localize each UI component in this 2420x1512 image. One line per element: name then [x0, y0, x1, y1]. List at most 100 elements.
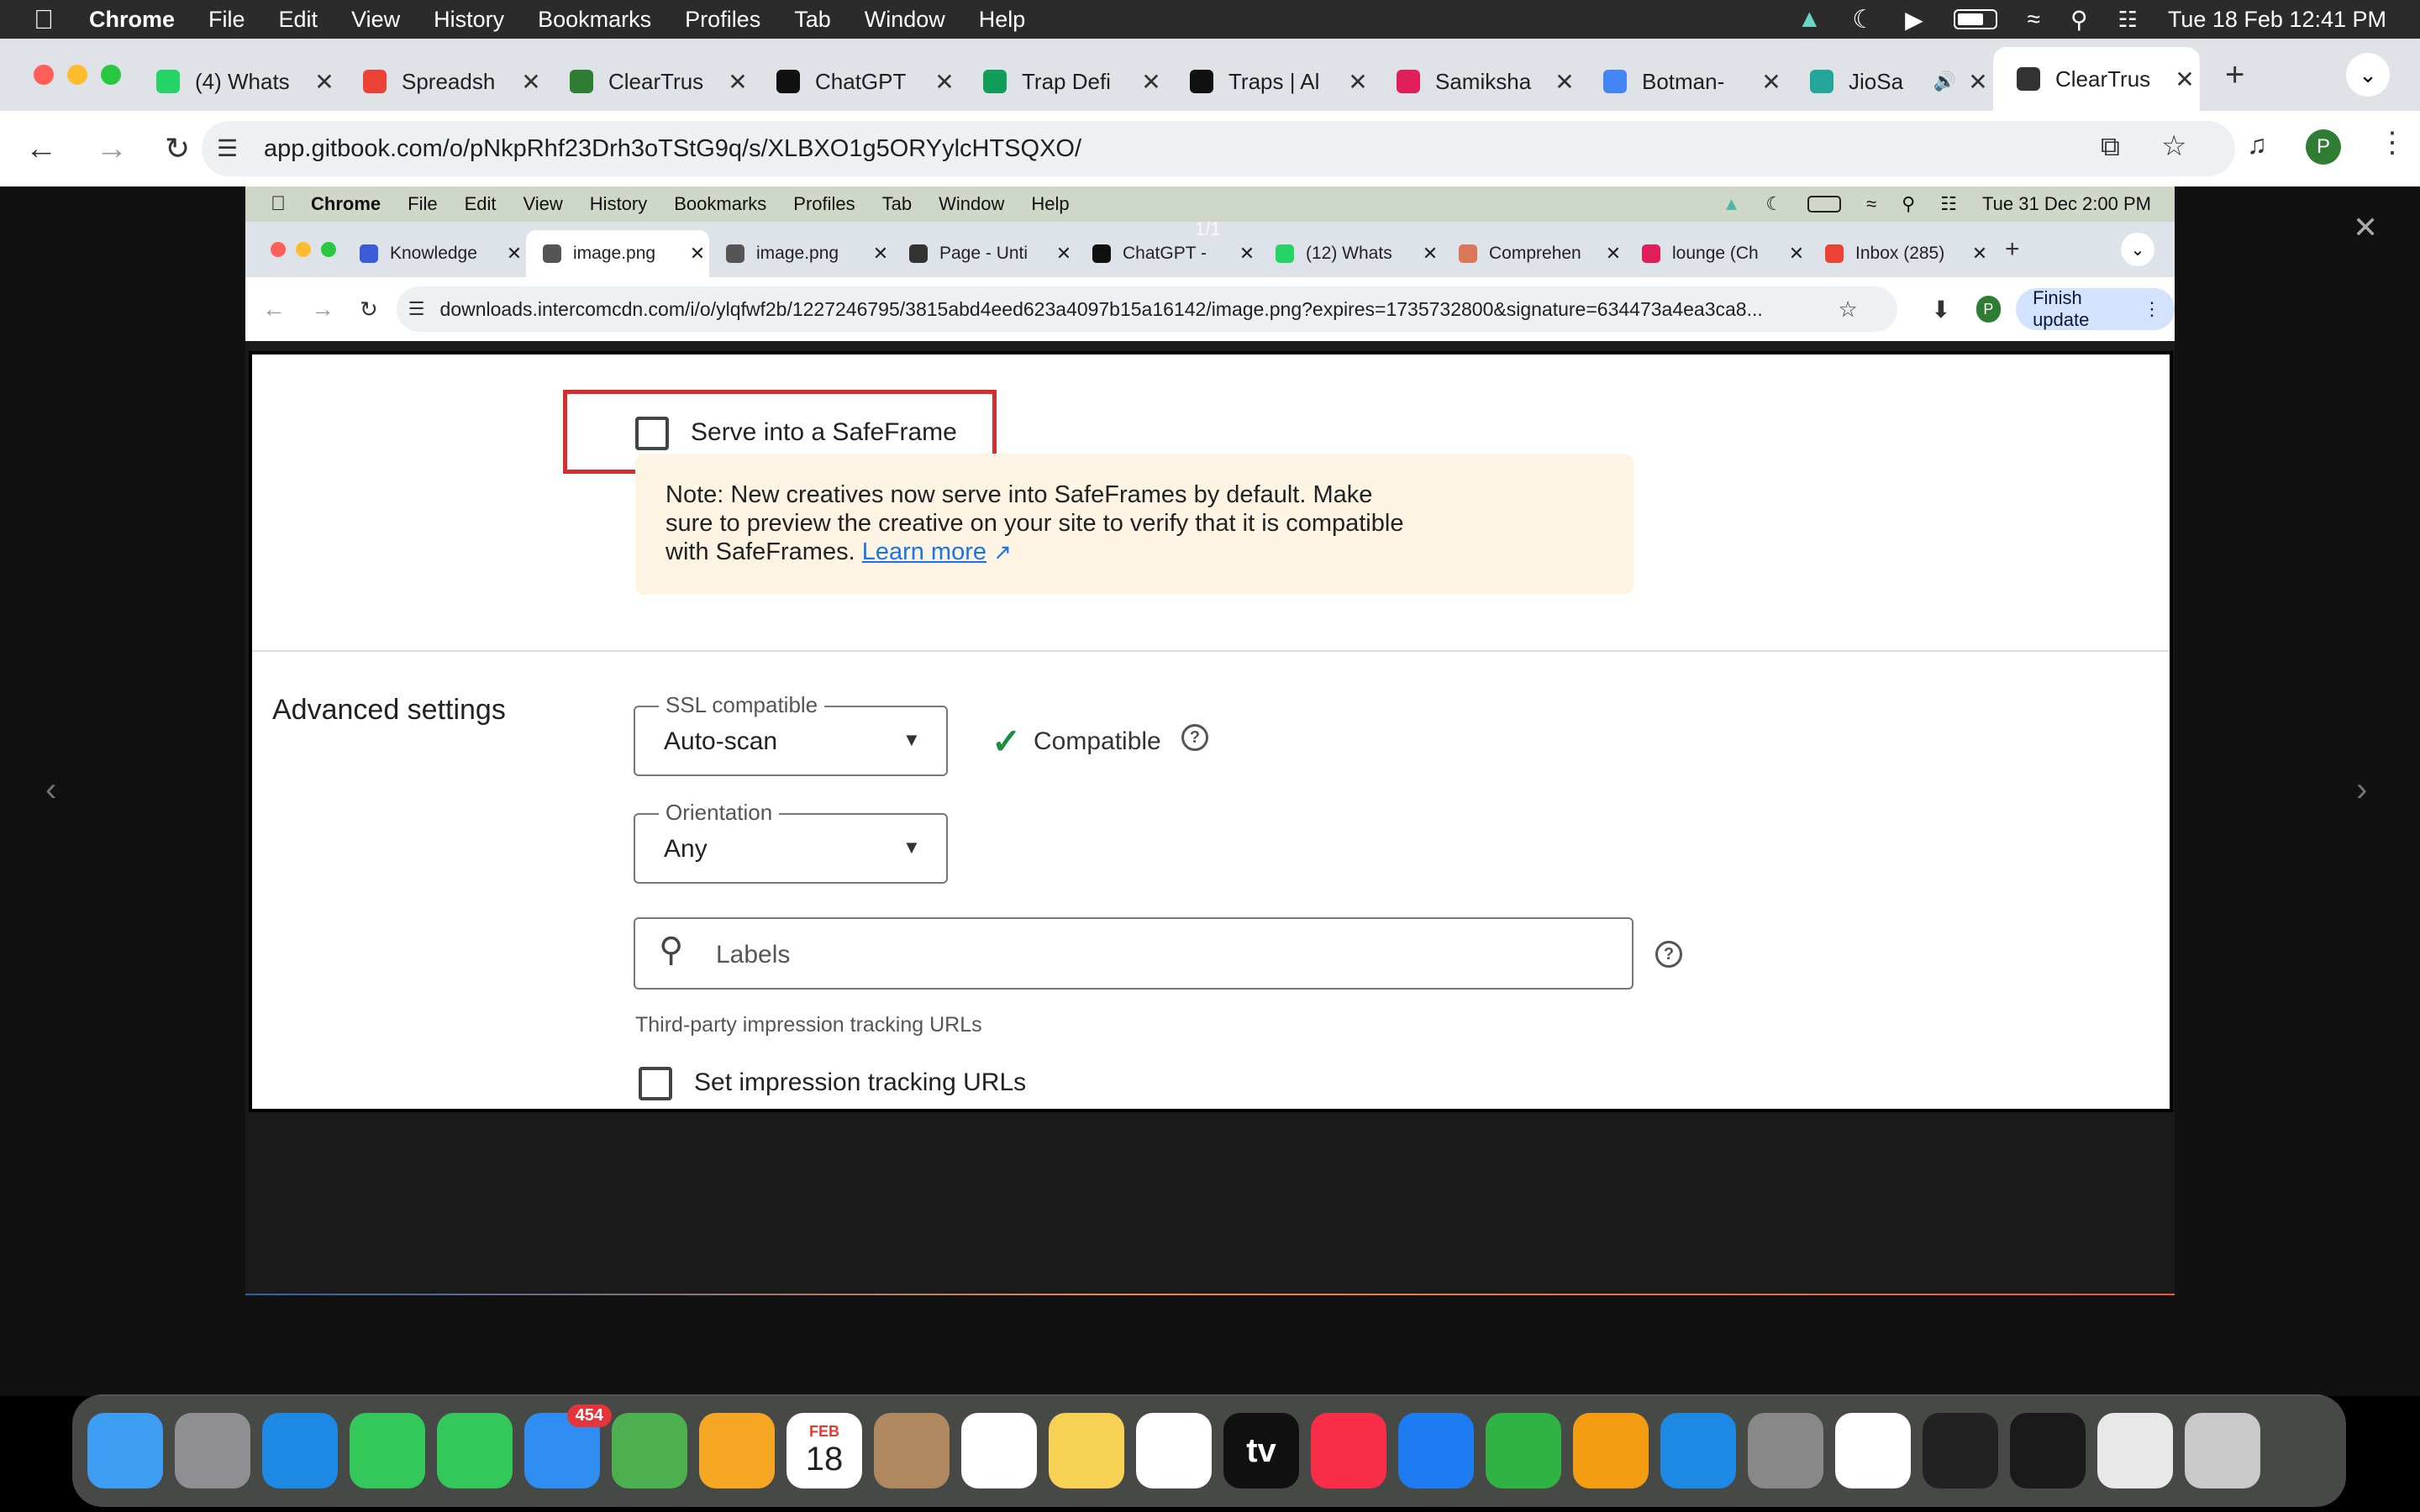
dock-mail-icon[interactable]: 454: [524, 1404, 612, 1488]
dock-keynote-icon[interactable]: [1398, 1413, 1474, 1488]
dock-chrome-icon[interactable]: [1835, 1413, 1911, 1488]
tab-audio-icon[interactable]: 🔊: [1933, 71, 1956, 92]
menu-window[interactable]: Window: [865, 7, 945, 33]
back-arrow-icon[interactable]: ←: [25, 131, 57, 167]
dock-app-store-icon[interactable]: [1660, 1413, 1736, 1488]
apple-icon[interactable]: : [34, 4, 54, 35]
compatible-help-icon[interactable]: ?: [1181, 724, 1208, 751]
menu-help[interactable]: Help: [979, 7, 1026, 33]
omnibox[interactable]: ☰ app.gitbook.com/o/pNkpRhf23Drh3oTStG9q…: [202, 121, 2235, 176]
menu-profiles[interactable]: Profiles: [685, 7, 760, 33]
tab-9[interactable]: JioSa 🔊 ✕: [1786, 52, 1993, 111]
menu-bookmarks[interactable]: Bookmarks: [538, 7, 651, 33]
previous-image-chevron-icon[interactable]: ‹: [45, 771, 56, 809]
tab-close-icon[interactable]: ✕: [1756, 68, 1786, 96]
dock-messages-icon[interactable]: [437, 1413, 513, 1488]
tab-close-icon[interactable]: ✕: [309, 68, 339, 96]
dock-system-settings-icon[interactable]: [1748, 1413, 1823, 1488]
new-tab-button[interactable]: +: [2225, 56, 2244, 94]
reload-icon[interactable]: ↻: [165, 131, 190, 166]
tab-4[interactable]: ChatGPT ✕: [753, 52, 960, 111]
close-window-button[interactable]: [34, 65, 54, 85]
tab-1[interactable]: (4) Whats ✕: [133, 52, 339, 111]
ssl-dropdown-caret-icon[interactable]: ▼: [902, 729, 921, 751]
url-text[interactable]: app.gitbook.com/o/pNkpRhf23Drh3oTStG9q/s…: [264, 135, 1081, 163]
dock-trash-icon[interactable]: [2185, 1413, 2260, 1488]
dock-numbers-doc-icon[interactable]: [2097, 1413, 2173, 1488]
dock-reminders-icon[interactable]: [961, 1413, 1037, 1488]
inner-tab-title: Page - Unti: [939, 244, 1028, 263]
external-link-icon[interactable]: ↗: [993, 539, 1012, 564]
dock-notes-icon[interactable]: [1049, 1413, 1124, 1488]
focus-moon-icon[interactable]: ☾: [1852, 5, 1875, 34]
maximize-window-button[interactable]: [101, 65, 121, 85]
media-control-icon[interactable]: ♫: [2247, 129, 2267, 160]
dock-facetime-icon[interactable]: [350, 1413, 425, 1488]
tab-2[interactable]: Spreadsh ✕: [339, 52, 546, 111]
tab-5[interactable]: Trap Defi ✕: [960, 52, 1166, 111]
next-image-chevron-icon[interactable]: ›: [2356, 771, 2367, 809]
dock-tv-icon[interactable]: tv: [1223, 1413, 1299, 1488]
tab-8[interactable]: Botman- ✕: [1580, 52, 1786, 111]
wifi-icon[interactable]: ≈: [2028, 6, 2040, 33]
tab-7[interactable]: Samiksha ✕: [1373, 52, 1580, 111]
dock-contacts-icon[interactable]: [874, 1413, 950, 1488]
profile-avatar[interactable]: P: [2306, 129, 2341, 165]
close-lightbox-icon[interactable]: ✕: [2353, 210, 2378, 245]
clock[interactable]: Tue 18 Feb 12:41 PM: [2168, 7, 2386, 33]
search-icon[interactable]: ⚲: [2070, 6, 2088, 34]
menu-tab[interactable]: Tab: [794, 7, 831, 33]
open-in-app-icon[interactable]: ⧉: [2101, 131, 2120, 163]
menu-file[interactable]: File: [208, 7, 245, 33]
tab-close-icon[interactable]: ✕: [1963, 68, 1993, 96]
dock-pages-icon[interactable]: [1573, 1413, 1649, 1488]
labels-help-icon[interactable]: ?: [1655, 941, 1682, 968]
status-app-icon[interactable]: ▲: [1797, 5, 1822, 34]
dock-activity-monitor-icon[interactable]: [2010, 1413, 2086, 1488]
impression-tracking-checkbox[interactable]: [639, 1067, 672, 1100]
inner-window-controls: [271, 242, 336, 257]
minimize-window-button[interactable]: [67, 65, 87, 85]
battery-icon[interactable]: [1953, 9, 1997, 29]
dock-freeform-icon[interactable]: [1136, 1413, 1212, 1488]
menu-edit[interactable]: Edit: [279, 7, 318, 33]
menu-view[interactable]: View: [351, 7, 400, 33]
dock-terminal-icon[interactable]: [1923, 1413, 1998, 1488]
play-icon[interactable]: ▶: [1905, 6, 1923, 34]
tab-close-icon[interactable]: ✕: [929, 68, 960, 96]
bookmark-star-icon[interactable]: ☆: [2161, 129, 2186, 163]
menu-app-name[interactable]: Chrome: [89, 7, 175, 33]
orientation-dropdown-caret-icon[interactable]: ▼: [902, 837, 921, 858]
inner-menu-bookmarks: Bookmarks: [659, 193, 766, 214]
dock-calendar-icon[interactable]: FEB 18: [786, 1413, 862, 1488]
tab-6[interactable]: Traps | Al ✕: [1166, 52, 1373, 111]
dock-safari-icon[interactable]: [262, 1413, 338, 1488]
dock-photos-icon[interactable]: [699, 1413, 775, 1488]
tab-close-icon[interactable]: ✕: [1549, 68, 1580, 96]
control-center-icon[interactable]: ☷: [2118, 7, 2138, 33]
tab-close-icon[interactable]: ✕: [1343, 68, 1373, 96]
safeframe-checkbox[interactable]: [635, 417, 669, 450]
menu-history[interactable]: History: [434, 7, 504, 33]
inner-tab-close-icon: ✕: [1239, 243, 1255, 264]
tab-close-icon[interactable]: ✕: [2170, 66, 2200, 93]
chrome-menu-icon[interactable]: ⋮: [2378, 126, 2407, 160]
tab-3[interactable]: ClearTrus ✕: [546, 52, 753, 111]
dock-maps-icon[interactable]: [612, 1413, 687, 1488]
tab-10[interactable]: ClearTrus ✕: [1993, 47, 2200, 111]
inner-tab-favicon-icon: [360, 244, 378, 263]
dock-numbers-icon[interactable]: [1486, 1413, 1561, 1488]
site-info-icon[interactable]: ☰: [217, 134, 238, 162]
forward-arrow-icon[interactable]: →: [96, 131, 128, 167]
tab-close-icon[interactable]: ✕: [516, 68, 546, 96]
tab-close-icon[interactable]: ✕: [1136, 68, 1166, 96]
tab-close-icon[interactable]: ✕: [723, 68, 753, 96]
dock-music-icon[interactable]: [1311, 1413, 1386, 1488]
tab-search-chevron-icon[interactable]: ⌄: [2346, 53, 2390, 97]
inner-tab-close-icon: ✕: [1971, 243, 1988, 264]
dock-finder-icon[interactable]: [87, 1413, 163, 1488]
dock-launchpad-icon[interactable]: [175, 1413, 250, 1488]
inner-tab-search-chevron-icon: ⌄: [2121, 233, 2154, 266]
inner-tab-close-icon: ✕: [1422, 243, 1439, 264]
learn-more-link[interactable]: Learn more: [862, 538, 986, 565]
